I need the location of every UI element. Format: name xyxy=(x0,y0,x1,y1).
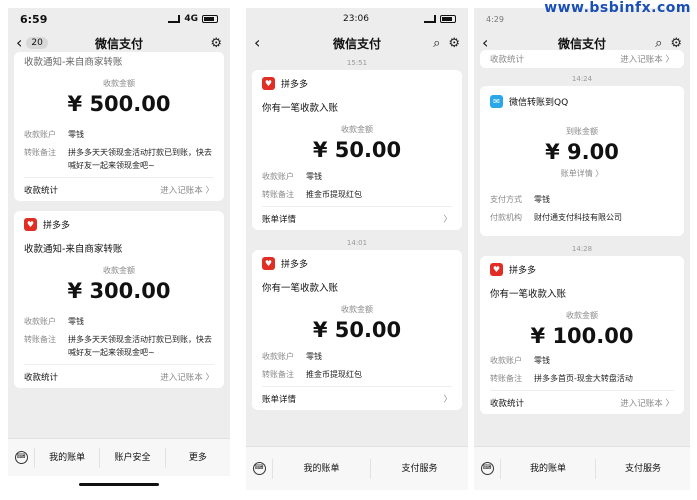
payment-card[interactable]: ♥ 拼多多 你有一笔收款入账 收款金额 ¥ 50.00 收款账户 零钱 转账备注推… xyxy=(252,70,462,230)
payment-card[interactable]: ✉ 微信转账到QQ 到账金额 ¥ 9.00 账单详情 〉 支付方式 零钱 付款机构… xyxy=(480,86,684,236)
message-timestamp: 15:51 xyxy=(346,59,368,67)
home-indicator[interactable] xyxy=(79,483,159,486)
status-time: 23:06 xyxy=(343,14,369,24)
back-icon[interactable]: ‹ xyxy=(482,35,488,51)
tab-my-bill[interactable]: 我的账单 xyxy=(272,458,370,479)
card-brand: 拼多多 xyxy=(281,79,309,90)
pinduoduo-logo-icon: ♥ xyxy=(262,256,275,270)
amount-label: 收款金额 xyxy=(103,79,135,88)
card-notice: 你有一笔收款入账 xyxy=(490,289,567,300)
pinduoduo-logo-icon: ♥ xyxy=(262,76,275,90)
amount-value: ¥ 50.00 xyxy=(312,318,402,342)
tab-payment-services[interactable]: 支付服务 xyxy=(370,458,468,479)
qq-logo-icon: ✉ xyxy=(490,94,503,108)
payment-card[interactable]: ♥ 拼多多 收款通知-来自商家转账 收款金额 ¥ 300.00 收款账户 零钱 转… xyxy=(14,211,224,388)
card-footer[interactable]: 收款统计 进入记账本 〉 xyxy=(24,177,214,201)
signal-icon xyxy=(168,15,181,23)
amount-label: 收款金额 xyxy=(103,266,135,275)
tab-my-bill[interactable]: 我的账单 xyxy=(34,447,99,468)
card-footer[interactable]: 账单详情 〉 xyxy=(262,386,452,410)
nav-bar: ‹ 微信支付 ⌕ ⚙ xyxy=(246,30,468,56)
card-footer[interactable]: 收款统计 进入记账本 〉 xyxy=(490,390,674,414)
chevron-right-icon[interactable]: 〉 xyxy=(443,393,452,405)
back-icon[interactable]: ‹ xyxy=(16,35,22,51)
card-brand: 拼多多 xyxy=(509,265,537,276)
amount-label: 到账金额 xyxy=(566,127,598,136)
status-bar: 23:06 xyxy=(246,8,468,30)
tab-more[interactable]: 更多 xyxy=(164,447,230,468)
amount-value: ¥ 50.00 xyxy=(312,138,402,162)
watermark-text: www.bsbinfx.com xyxy=(544,0,691,16)
card-footer[interactable]: 账单详情 〉 xyxy=(262,206,452,230)
keyboard-icon[interactable]: ⌨ xyxy=(480,462,494,475)
card-notice: 你有一笔收款入账 xyxy=(262,103,339,114)
gear-icon[interactable]: ⚙ xyxy=(670,37,682,50)
card-footer[interactable]: 收款统计 进入记账本 〉 xyxy=(490,50,674,68)
back-icon[interactable]: ‹ xyxy=(254,35,260,51)
amount-label: 收款金额 xyxy=(341,125,373,134)
keyboard-icon[interactable]: ⌨ xyxy=(252,462,266,475)
message-timestamp: 14:24 xyxy=(571,75,593,83)
bill-detail-link[interactable]: 账单详情 〉 xyxy=(490,168,674,193)
gear-icon[interactable]: ⚙ xyxy=(448,37,460,50)
amount-label: 收款金额 xyxy=(341,305,373,314)
ledger-link[interactable]: 进入记账本 〉 xyxy=(160,371,214,383)
amount-label: 收款金额 xyxy=(566,311,598,320)
amount-value: ¥ 9.00 xyxy=(545,140,619,164)
ledger-link[interactable]: 进入记账本 〉 xyxy=(620,397,674,409)
unread-badge: 20 xyxy=(26,37,48,49)
payment-card[interactable]: 收款通知-来自商家转账 收款金额 ¥ 500.00 收款账户 零钱 转账备注 拼多多… xyxy=(14,52,224,201)
phone-screen-3: 4:29 ‹ 微信支付 ⌕ ⚙ 收款统计 进入记账本 〉 14:24 ✉ 微信转… xyxy=(474,8,690,490)
card-brand: 拼多多 xyxy=(43,220,71,231)
card-notice: 你有一笔收款入账 xyxy=(262,283,339,294)
search-icon[interactable]: ⌕ xyxy=(433,37,440,50)
keyboard-icon[interactable]: ⌨ xyxy=(14,451,28,464)
payment-card[interactable]: ♥ 拼多多 你有一笔收款入账 收款金额 ¥ 50.00 收款账户 零钱 转账备注推… xyxy=(252,250,462,410)
battery-icon xyxy=(202,15,218,23)
chevron-right-icon[interactable]: 〉 xyxy=(443,213,452,225)
search-icon[interactable]: ⌕ xyxy=(655,37,662,50)
status-time: 6:59 xyxy=(20,12,48,26)
status-bar: 6:59 4G xyxy=(8,8,230,30)
payment-card-partial[interactable]: 收款统计 进入记账本 〉 xyxy=(480,50,684,68)
gear-icon[interactable]: ⚙ xyxy=(210,37,222,50)
card-footer[interactable]: 收款统计 进入记账本 〉 xyxy=(24,364,214,388)
ledger-link[interactable]: 进入记账本 〉 xyxy=(620,53,674,65)
pinduoduo-logo-icon: ♥ xyxy=(490,262,503,276)
card-notice: 收款通知-来自商家转账 xyxy=(24,57,123,68)
phone-screen-2: 23:06 ‹ 微信支付 ⌕ ⚙ 15:51 ♥ 拼多多 你有一笔收款入账 收款… xyxy=(246,8,468,490)
battery-icon xyxy=(440,15,456,23)
bottom-tab-bar: ⌨ 我的账单 支付服务 xyxy=(474,446,690,490)
payment-card[interactable]: ♥ 拼多多 你有一笔收款入账 收款金额 ¥ 100.00 收款账户 零钱 转账备注… xyxy=(480,256,684,414)
ledger-link[interactable]: 进入记账本 〉 xyxy=(160,184,214,196)
amount-value: ¥ 100.00 xyxy=(530,324,634,348)
bottom-tab-bar: ⌨ 我的账单 账户安全 更多 xyxy=(8,438,230,476)
tab-payment-services[interactable]: 支付服务 xyxy=(595,458,690,479)
card-brand: 拼多多 xyxy=(281,259,309,270)
status-time: 4:29 xyxy=(486,14,504,24)
signal-icon xyxy=(424,15,436,23)
message-timestamp: 14:01 xyxy=(346,239,368,247)
tab-my-bill[interactable]: 我的账单 xyxy=(500,458,595,479)
message-timestamp: 14:28 xyxy=(571,245,593,253)
amount-value: ¥ 300.00 xyxy=(67,279,171,303)
card-brand: 微信转账到QQ xyxy=(509,97,569,108)
network-label: 4G xyxy=(184,14,198,24)
phone-screen-1: 6:59 4G ‹ 20 微信支付 ⚙ 收款通知-来自商家转账 收款金额 ¥ 5… xyxy=(8,8,230,490)
bottom-tab-bar: ⌨ 我的账单 支付服务 xyxy=(246,446,468,490)
card-notice: 收款通知-来自商家转账 xyxy=(24,244,123,255)
pinduoduo-logo-icon: ♥ xyxy=(24,217,37,231)
amount-value: ¥ 500.00 xyxy=(67,92,171,116)
tab-account-security[interactable]: 账户安全 xyxy=(99,447,164,468)
